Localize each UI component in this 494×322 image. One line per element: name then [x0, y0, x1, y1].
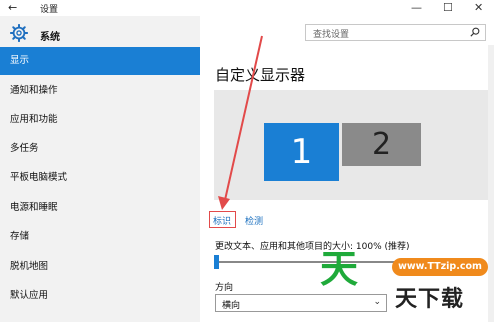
scale-slider-track[interactable]: [215, 261, 395, 263]
search-icon[interactable]: [470, 27, 480, 37]
sidebar-item-multitasking[interactable]: 多任务: [0, 135, 200, 163]
sidebar: 系统 显示 通知和操作 应用和功能 多任务 平板电脑模式 电源和睡眠 存储 脱机…: [0, 16, 200, 322]
sidebar-item-display[interactable]: 显示: [0, 47, 200, 75]
sidebar-item-notifications[interactable]: 通知和操作: [0, 77, 200, 105]
watermark-logo: 天: [320, 246, 359, 291]
sidebar-item-apps[interactable]: 应用和功能: [0, 106, 200, 134]
orientation-dropdown[interactable]: 横向 ⌄: [215, 294, 387, 312]
sidebar-item-tablet-mode[interactable]: 平板电脑模式: [0, 164, 200, 192]
watermark-name: 天下载: [395, 286, 465, 312]
display-arrangement: 1 2: [214, 90, 488, 200]
system-header: 系统: [10, 24, 190, 44]
minimize-icon[interactable]: —: [411, 1, 422, 14]
monitor-1[interactable]: 1: [264, 123, 339, 181]
scrollbar[interactable]: [488, 45, 494, 322]
orientation-label: 方向: [215, 283, 234, 293]
chevron-down-icon: ⌄: [373, 297, 381, 307]
orientation-value: 横向: [222, 301, 241, 311]
sidebar-item-power[interactable]: 电源和睡眠: [0, 194, 200, 222]
page-title: 自定义显示器: [215, 66, 306, 84]
identify-link[interactable]: 标识: [213, 214, 231, 227]
scale-slider-thumb[interactable]: [214, 255, 219, 269]
close-icon[interactable]: ✕: [474, 1, 483, 14]
search-input[interactable]: 查找设置: [305, 24, 486, 41]
maximize-icon[interactable]: ☐: [443, 1, 453, 14]
search-placeholder: 查找设置: [313, 30, 350, 40]
window-title: 设置: [40, 5, 59, 15]
system-label: 系统: [40, 32, 60, 43]
back-arrow-icon[interactable]: ←: [8, 1, 17, 14]
sidebar-item-storage[interactable]: 存储: [0, 223, 200, 251]
sidebar-item-offline-maps[interactable]: 脱机地图: [0, 253, 200, 281]
gear-icon: [10, 24, 28, 42]
scale-label: 更改文本、应用和其他项目的大小: 100% (推荐): [215, 242, 410, 252]
watermark-url: www.TTzip.com: [392, 258, 488, 276]
sidebar-item-default-apps[interactable]: 默认应用: [0, 282, 200, 310]
detect-link[interactable]: 检测: [245, 214, 263, 227]
title-bar: ← 设置 — ☐ ✕: [0, 0, 494, 16]
monitor-2[interactable]: 2: [342, 123, 421, 166]
